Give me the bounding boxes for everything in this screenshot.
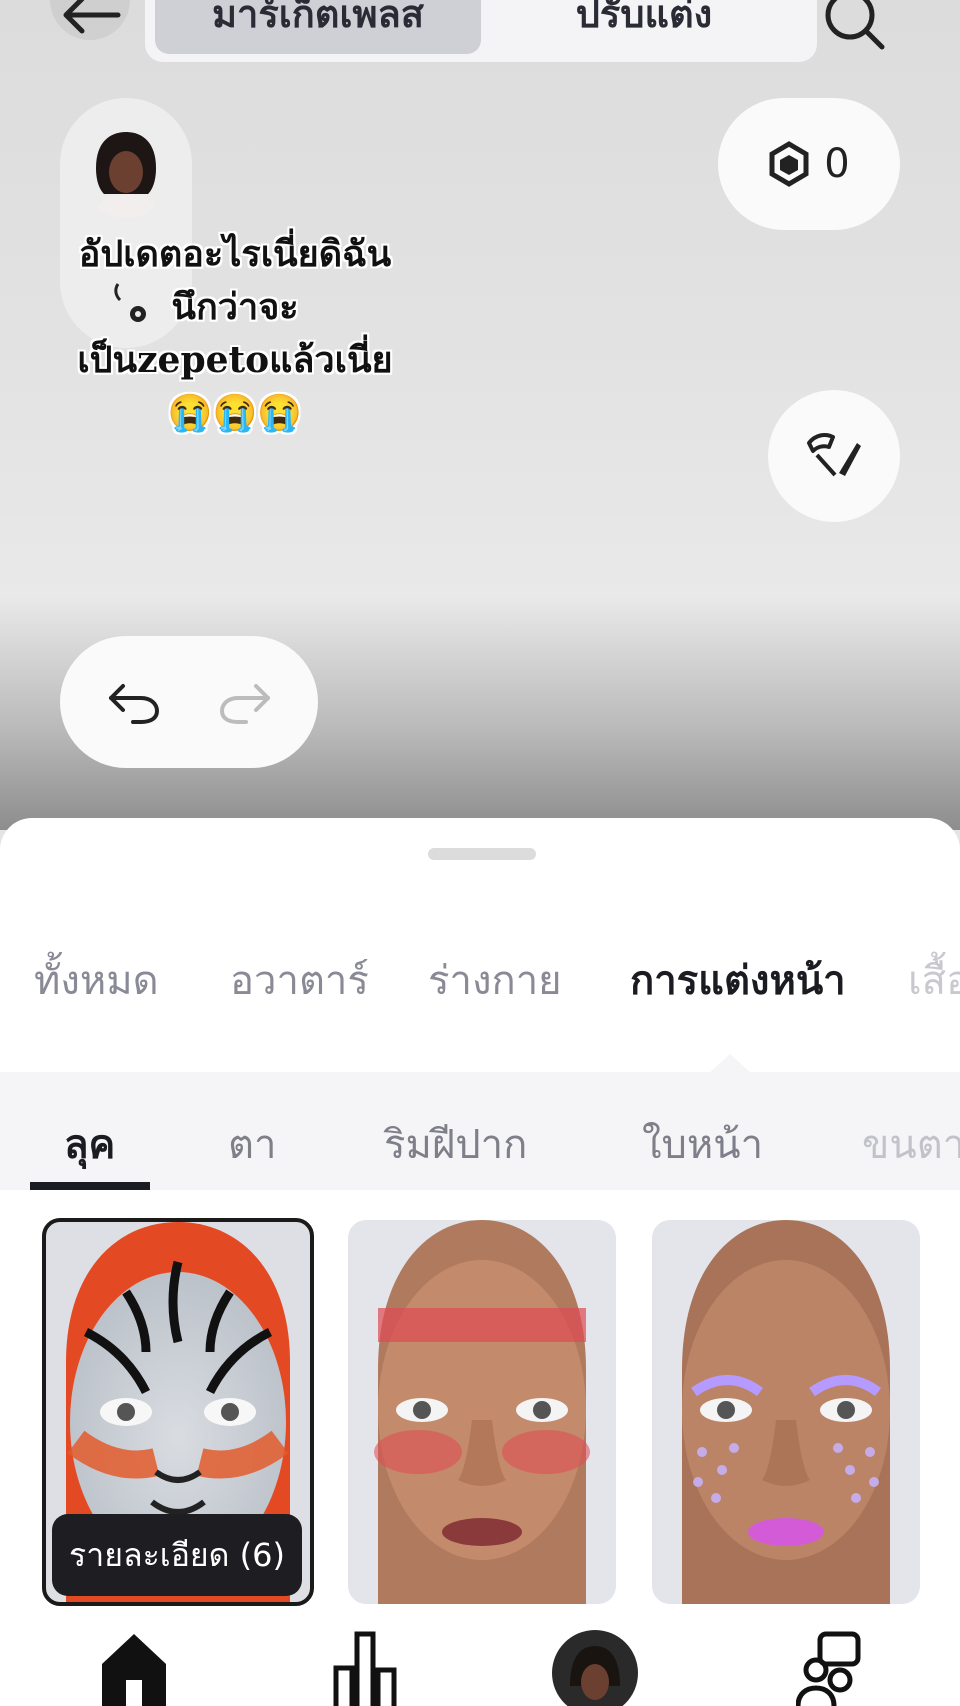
- back-button[interactable]: [50, 0, 130, 40]
- search-button[interactable]: [815, 0, 895, 50]
- look-card-red-stripe[interactable]: [348, 1220, 616, 1604]
- back-arrow-icon: [63, 0, 121, 34]
- currency-button[interactable]: 0: [718, 98, 900, 230]
- lipstick-brush-icon: [807, 433, 861, 477]
- caption-line: 😭😭😭: [167, 392, 303, 434]
- segment-customize[interactable]: ปรับแต่ง: [481, 0, 807, 54]
- history-controls: [60, 636, 318, 768]
- subtab-lashes[interactable]: ขนตา: [862, 1112, 960, 1176]
- hexagon-coin-icon: [769, 141, 809, 187]
- profile-avatar[interactable]: [552, 1630, 638, 1706]
- tab-makeup[interactable]: การแต่งหน้า: [630, 948, 846, 1012]
- tab-body[interactable]: ร่างกาย: [428, 948, 562, 1012]
- search-icon: [825, 0, 885, 50]
- subtab-lips[interactable]: ริมฝีปาก: [384, 1112, 527, 1176]
- sheet-drag-handle[interactable]: [428, 848, 536, 860]
- caption-line: อัปเดตอะไรเนี่ยดิฉัน: [78, 233, 392, 275]
- redo-button[interactable]: [216, 680, 272, 724]
- ranking-icon[interactable]: [332, 1630, 398, 1706]
- top-bar: มาร์เก็ตเพลส ปรับแต่ง: [0, 0, 960, 70]
- look-grid: รายละเอียด (6): [0, 1218, 960, 1620]
- look-card-glitter[interactable]: [652, 1220, 920, 1604]
- profile-avatar-image: [570, 1646, 620, 1700]
- segment-control: มาร์เก็ตเพลส ปรับแต่ง: [145, 0, 817, 62]
- tab-avatar[interactable]: อวาตาร์: [230, 948, 369, 1012]
- home-icon[interactable]: [98, 1630, 170, 1706]
- red-stripe-makeup-thumbnail: [374, 1220, 590, 1604]
- tab-clothing[interactable]: เสื้อ: [908, 948, 960, 1012]
- caption-line: เป็นzepetoแล้วเนี่ย: [77, 339, 393, 381]
- subtab-face[interactable]: ใบหน้า: [642, 1112, 763, 1176]
- subtab-active-indicator: [30, 1182, 150, 1190]
- active-tab-caret: [708, 1054, 752, 1074]
- look-detail-button[interactable]: รายละเอียด (6): [52, 1514, 302, 1596]
- video-caption-overlay: อัปเดตอะไรเนี่ยดิฉัน นึกว่าจะ เป็นzepeto…: [20, 228, 450, 440]
- friends-icon[interactable]: [796, 1630, 862, 1706]
- makeup-editor-button[interactable]: [768, 390, 900, 522]
- subcategory-bar: ลุค ตา ริมฝีปาก ใบหน้า ขนตา: [0, 1072, 960, 1190]
- category-tabs: ทั้งหมด อวาตาร์ ร่างกาย การแต่งหน้า เสื้…: [0, 948, 960, 1018]
- segment-marketplace[interactable]: มาร์เก็ตเพลส: [155, 0, 481, 54]
- currency-count: 0: [824, 141, 850, 187]
- glitter-makeup-thumbnail: [682, 1220, 890, 1604]
- subtab-eyes[interactable]: ตา: [228, 1112, 276, 1176]
- avatar-thumbnail: [94, 132, 158, 218]
- bottom-navigation: [0, 1630, 960, 1706]
- caption-line: นึกว่าจะ: [171, 286, 299, 328]
- item-bottom-sheet: ทั้งหมด อวาตาร์ ร่างกาย การแต่งหน้า เสื้…: [0, 818, 960, 1706]
- undo-button[interactable]: [107, 680, 163, 724]
- subtab-look[interactable]: ลุค: [64, 1112, 115, 1176]
- look-card-tiger[interactable]: รายละเอียด (6): [42, 1218, 314, 1606]
- tab-all[interactable]: ทั้งหมด: [34, 948, 159, 1012]
